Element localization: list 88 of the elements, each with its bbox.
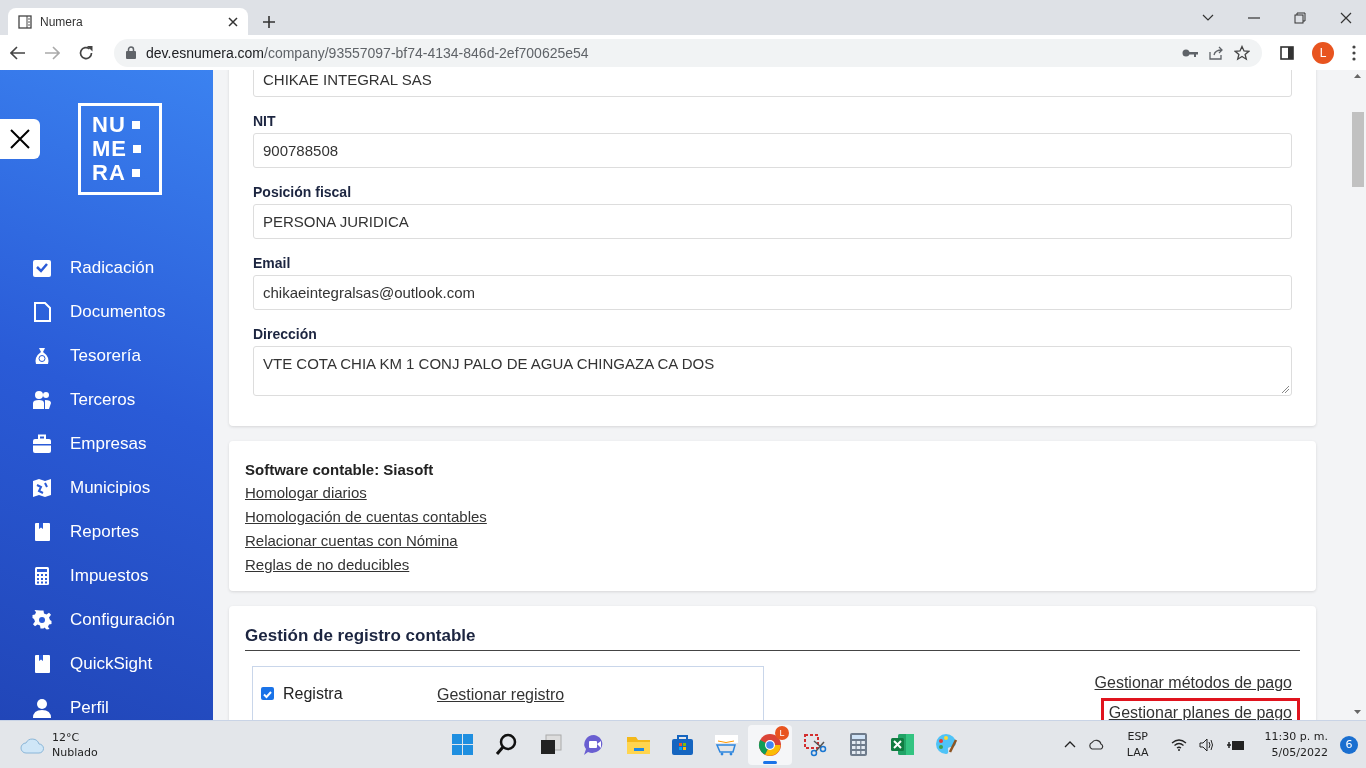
link[interactable]: Homologación de cuentas contables xyxy=(245,505,487,529)
restore-icon[interactable] xyxy=(1294,11,1306,24)
search-icon xyxy=(493,732,519,757)
nav-item[interactable]: Configuración xyxy=(70,610,175,630)
clock[interactable]: 11:30 p. m. 5/05/2022 xyxy=(1264,730,1328,759)
close-icon[interactable] xyxy=(1340,11,1352,24)
card-title: Software contable: Siasoft xyxy=(245,460,435,480)
map-icon xyxy=(32,478,52,498)
people-icon xyxy=(32,390,52,410)
wifi-icon[interactable] xyxy=(1170,738,1187,751)
close-icon xyxy=(10,129,30,149)
nav-item[interactable]: Reportes xyxy=(70,522,139,542)
link[interactable]: Gestionar métodos de pago xyxy=(1086,668,1300,698)
temperature-text: 12°C xyxy=(52,730,81,744)
section-heading: Gestión de registro contable xyxy=(245,626,1300,651)
browser-icon xyxy=(757,732,783,757)
person-icon xyxy=(32,698,52,718)
nav-item[interactable]: Impuestos xyxy=(70,566,149,586)
checkbox-label: Registra xyxy=(283,685,344,704)
bookmark-icon xyxy=(32,522,52,542)
field-label: NIT xyxy=(253,113,277,129)
input-field[interactable]: PERSONA JURIDICA xyxy=(253,204,1292,239)
nav-item[interactable]: Radicación xyxy=(70,258,155,278)
input-field[interactable]: 900788508 xyxy=(253,133,1292,168)
lock-icon xyxy=(126,46,136,59)
reload-icon[interactable] xyxy=(78,44,94,61)
cloud-icon[interactable] xyxy=(1087,739,1105,750)
nav-item[interactable]: Municipios xyxy=(70,478,151,498)
address-bar[interactable]: dev.esnumera.com/company/93557097-bf74-4134-846d-2ef700625e54 xyxy=(114,38,1262,67)
nav-item[interactable]: Empresas xyxy=(70,434,147,454)
chevron-up-icon[interactable] xyxy=(1063,741,1076,748)
nav-item[interactable]: Terceros xyxy=(70,390,136,410)
briefcase-icon xyxy=(32,434,52,454)
link[interactable]: Homologar diarios xyxy=(245,481,367,505)
volume-icon[interactable] xyxy=(1198,737,1215,752)
language-indicator[interactable]: ESP LAA xyxy=(1126,730,1149,759)
numera-logo: NU ME RA xyxy=(78,103,162,195)
scroll-down-icon xyxy=(1354,710,1361,714)
notification-badge[interactable]: 6 xyxy=(1340,735,1358,754)
cloud-icon xyxy=(20,735,44,754)
link[interactable]: Reglas de no deducibles xyxy=(245,553,410,577)
calculator-icon xyxy=(32,566,52,586)
new-tab-icon[interactable] xyxy=(262,15,276,29)
field-label: Dirección xyxy=(253,326,318,342)
checkbox-icon xyxy=(32,258,52,278)
star-icon[interactable] xyxy=(1234,44,1250,61)
nav-item[interactable]: Documentos xyxy=(70,302,166,322)
battery-icon[interactable] xyxy=(1226,738,1245,751)
field-label: Email xyxy=(253,255,292,271)
link[interactable]: Gestionar registro xyxy=(437,685,565,720)
nav-item[interactable]: QuickSight xyxy=(70,654,153,674)
tab-title: Numera xyxy=(40,14,84,29)
resize-grip-icon xyxy=(1282,386,1289,393)
side-panel-icon[interactable] xyxy=(1280,45,1294,60)
document-icon xyxy=(32,302,52,322)
chevron-down-icon[interactable] xyxy=(1202,13,1214,22)
scissors-icon xyxy=(801,732,827,757)
scrollbar-thumb[interactable] xyxy=(1351,112,1364,187)
page-icon xyxy=(18,14,32,29)
shopping-cart-icon xyxy=(713,732,739,757)
input-field[interactable]: chikaeintegralsas@outlook.com xyxy=(253,275,1292,310)
app-badge: L xyxy=(775,725,789,740)
taskbar-app[interactable]: L xyxy=(748,724,792,765)
spreadsheet-icon xyxy=(889,732,915,757)
field-label: Posición fiscal xyxy=(253,184,353,200)
settings-icon xyxy=(32,610,52,630)
close-button[interactable] xyxy=(0,119,40,159)
start-icon xyxy=(449,732,475,757)
minimize-icon[interactable] xyxy=(1248,16,1260,19)
nav-item[interactable]: Perfil xyxy=(70,698,109,718)
browser-tab[interactable]: Numera xyxy=(8,8,248,35)
share-icon[interactable] xyxy=(1208,44,1224,61)
checkbox[interactable] xyxy=(261,687,274,700)
bookmark-icon xyxy=(32,654,52,674)
store-icon xyxy=(669,732,695,757)
profile-avatar[interactable]: L xyxy=(1312,41,1334,64)
nav-item[interactable]: Tesorería xyxy=(70,346,141,366)
link[interactable]: Relacionar cuentas con Nómina xyxy=(245,529,458,553)
back-icon[interactable] xyxy=(10,45,26,60)
weather-text: Nublado xyxy=(52,745,98,759)
scroll-up-icon xyxy=(1354,74,1361,78)
url-text[interactable]: dev.esnumera.com/company/93557097-bf74-4134-846d-2ef700625e54 xyxy=(146,44,1172,61)
close-icon[interactable] xyxy=(228,16,238,27)
more-icon[interactable] xyxy=(1352,44,1356,61)
input-field[interactable]: CHIKAE INTEGRAL SAS xyxy=(253,70,1292,97)
key-icon[interactable] xyxy=(1182,48,1198,57)
palette-icon xyxy=(933,732,959,757)
text-area[interactable]: VTE COTA CHIA KM 1 CONJ PALO DE AGUA CHINGAZA CA DOS xyxy=(253,346,1292,396)
